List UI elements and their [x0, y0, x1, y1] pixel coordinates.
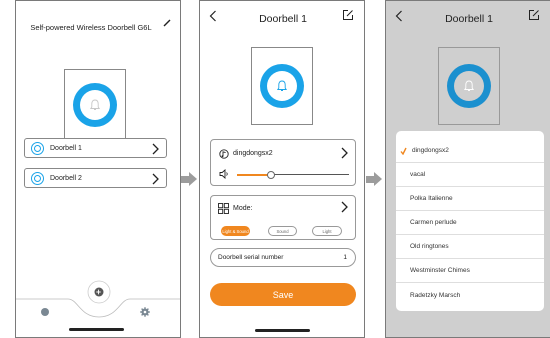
device-list-screen: Self-powered Wireless Doorbell G6L Doorb… [15, 0, 181, 338]
mode-light-and-sound-button[interactable]: Light & Sound [221, 226, 250, 236]
device-label: Doorbell 2 [50, 174, 82, 182]
device-label: Doorbell 1 [50, 144, 82, 152]
edit-icon[interactable] [528, 9, 540, 21]
mode-label: Mode: [233, 205, 253, 212]
chevron-right-icon[interactable] [339, 147, 349, 159]
doorbell-icon [31, 171, 44, 185]
ringtone-item[interactable]: Polka Italienne [396, 187, 544, 211]
device-item-doorbell-2[interactable]: Doorbell 2 [24, 168, 167, 188]
volume-fill [237, 173, 271, 176]
chevron-right-icon [152, 143, 159, 155]
edit-icon[interactable] [162, 18, 172, 28]
serial-number-row[interactable]: Doorbell serial number 1 [210, 248, 356, 267]
home-indicator [255, 329, 310, 332]
ringtone-item[interactable]: Westminster Chimes [396, 259, 544, 283]
ringtone-item[interactable]: Radetzky Marsch [396, 283, 544, 307]
grid-icon [218, 203, 229, 214]
ringtone-item-selected[interactable]: dingdongsx2 [396, 139, 544, 163]
doorbell-image [438, 47, 500, 125]
save-button[interactable]: Save [210, 283, 356, 306]
settings-icon[interactable] [140, 307, 150, 317]
mode-light-button[interactable]: Light [312, 226, 342, 236]
home-icon[interactable] [41, 308, 49, 316]
volume-knob[interactable] [266, 170, 275, 179]
home-indicator [69, 328, 124, 331]
doorbell-icon [31, 141, 44, 155]
ringtone-list: dingdongsx2 vacal Polka Italienne Carmen… [396, 131, 544, 311]
ringtone-panel[interactable]: dingdongsx2 [210, 139, 356, 186]
chevron-right-icon [152, 173, 159, 185]
page-title: Doorbell 1 [259, 13, 307, 25]
chevron-right-icon[interactable] [339, 201, 349, 213]
check-icon [400, 147, 407, 155]
bell-icon [276, 80, 288, 91]
ringtone-picker-screen: Doorbell 1 dingdongsx2 vacal Polka Itali… [385, 0, 550, 338]
doorbell-image [64, 69, 126, 141]
doorbell-settings-screen: Doorbell 1 dingdongsx2 Mode: Light & Sou… [199, 0, 365, 338]
mode-sound-button[interactable]: Sound [268, 226, 297, 236]
speaker-icon [219, 169, 228, 179]
ringtone-name: dingdongsx2 [233, 150, 273, 157]
app-title: Self-powered Wireless Doorbell G6L [30, 23, 152, 32]
edit-icon[interactable] [342, 9, 354, 21]
music-note-icon [219, 149, 229, 159]
serial-number-label: Doorbell serial number [218, 254, 284, 261]
volume-slider[interactable] [237, 170, 349, 179]
serial-number-value: 1 [343, 254, 347, 261]
device-item-doorbell-1[interactable]: Doorbell 1 [24, 138, 167, 158]
bell-icon [89, 99, 101, 110]
ringtone-item[interactable]: vacal [396, 163, 544, 187]
mode-panel: Mode: Light & Sound Sound Light [210, 195, 356, 240]
ringtone-item[interactable]: Old ringtones [396, 235, 544, 259]
center-button-icon[interactable] [94, 287, 104, 297]
page-title: Doorbell 1 [445, 13, 493, 25]
ringtone-item[interactable]: Carmen perlude [396, 211, 544, 235]
doorbell-image [251, 47, 313, 125]
bell-icon [463, 80, 475, 91]
